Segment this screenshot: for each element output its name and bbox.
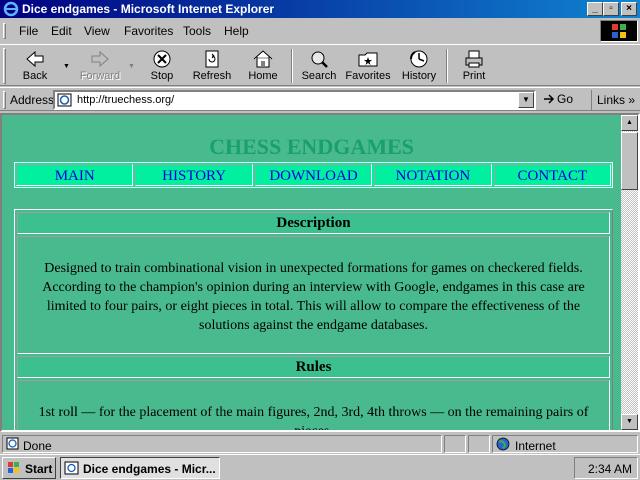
status-main-pane: Done	[2, 435, 442, 453]
content-table: Description Designed to train combinatio…	[14, 209, 613, 430]
favorites-folder-icon	[358, 52, 378, 67]
history-icon	[409, 50, 428, 68]
ie-logo-icon	[3, 1, 19, 17]
back-button[interactable]: Back	[10, 47, 60, 85]
home-icon	[253, 50, 273, 68]
status-zone: Internet	[515, 439, 556, 453]
minimize-button[interactable]: _	[587, 2, 603, 16]
search-button[interactable]: Search	[297, 47, 341, 85]
nav-link-download[interactable]: DOWNLOAD	[254, 164, 373, 186]
scroll-up-icon[interactable]: ▲	[621, 115, 638, 131]
refresh-button[interactable]: Refresh	[188, 47, 236, 85]
status-pane-3	[468, 435, 490, 453]
back-dropdown-icon[interactable]: ▼	[63, 63, 70, 70]
toolbar-separator-2	[446, 49, 448, 83]
menu-grip	[3, 23, 6, 39]
status-pane-2	[444, 435, 466, 453]
favorites-button[interactable]: Favorites	[343, 47, 393, 85]
forward-button[interactable]: Forward	[74, 47, 126, 85]
menu-file[interactable]: File	[19, 24, 38, 38]
windows-logo-icon	[600, 20, 638, 42]
window-title: Dice endgames - Microsoft Internet Explo…	[22, 2, 275, 16]
print-button[interactable]: Print	[452, 47, 496, 85]
menu-tools[interactable]: Tools	[183, 24, 211, 38]
taskbar-window-button[interactable]: Dice endgames - Micr...	[60, 457, 220, 479]
menu-bar: File Edit View Favorites Tools Help	[0, 20, 640, 42]
refresh-icon	[205, 50, 219, 68]
windows-flag-icon	[8, 462, 19, 473]
clock[interactable]: 2:34 AM	[588, 462, 632, 476]
status-zone-pane: Internet	[492, 435, 638, 453]
nav-link-notation[interactable]: NOTATION	[374, 164, 492, 186]
home-button[interactable]: Home	[241, 47, 285, 85]
nav-link-contact[interactable]: CONTACT	[493, 164, 612, 186]
address-grip	[3, 91, 6, 109]
menu-favorites[interactable]: Favorites	[124, 24, 173, 38]
status-text: Done	[23, 439, 52, 453]
page-status-icon	[6, 437, 19, 450]
start-button[interactable]: Start	[2, 457, 56, 479]
history-button[interactable]: History	[396, 47, 442, 85]
toolbar-separator	[291, 49, 293, 83]
go-arrow-icon	[544, 94, 555, 104]
printer-icon	[465, 50, 483, 68]
rules-heading: Rules	[17, 356, 610, 378]
search-icon	[311, 51, 328, 68]
rules-text: 1st roll — for the placement of the main…	[17, 380, 610, 430]
back-arrow-icon	[26, 50, 44, 68]
nav-link-main[interactable]: MAIN	[16, 164, 134, 186]
scroll-down-icon[interactable]: ▼	[621, 414, 638, 430]
description-text: Designed to train combinational vision i…	[17, 236, 610, 354]
description-heading: Description	[17, 212, 610, 234]
address-bar: Address http://truechess.org/ ▼ Go Links…	[0, 87, 640, 111]
chevron-right-icon: »	[628, 93, 636, 107]
taskbar: Start Dice endgames - Micr... 2:34 AM	[0, 454, 640, 480]
forward-arrow-icon	[91, 50, 109, 68]
stop-button[interactable]: Stop	[140, 47, 184, 85]
address-dropdown-icon[interactable]: ▼	[518, 92, 534, 108]
status-bar: Done Internet	[0, 434, 640, 454]
links-button[interactable]: Links »	[591, 90, 638, 110]
maximize-button[interactable]: ▫	[603, 2, 619, 16]
forward-dropdown-icon[interactable]: ▼	[128, 63, 135, 70]
menu-view[interactable]: View	[84, 24, 110, 38]
toolbar-grip	[3, 48, 6, 84]
go-button[interactable]: Go	[543, 92, 573, 106]
address-value: http://truechess.org/	[77, 94, 175, 106]
scroll-thumb[interactable]	[621, 132, 638, 190]
stop-icon	[153, 50, 171, 68]
browser-viewport: CHESS ENDGAMES MAIN HISTORY DOWNLOAD NOT…	[0, 113, 640, 432]
close-button[interactable]: ×	[621, 2, 637, 16]
title-bar: Dice endgames - Microsoft Internet Explo…	[0, 0, 640, 18]
web-page: CHESS ENDGAMES MAIN HISTORY DOWNLOAD NOT…	[2, 115, 621, 430]
ie-task-icon	[64, 461, 79, 475]
globe-icon	[496, 437, 510, 451]
standard-toolbar: Back ▼ Forward ▼ Stop Refresh Home Searc…	[0, 44, 640, 86]
vertical-scrollbar[interactable]: ▲ ▼	[621, 115, 638, 430]
menu-help[interactable]: Help	[224, 24, 249, 38]
nav-link-history[interactable]: HISTORY	[135, 164, 253, 186]
system-tray: 2:34 AM	[574, 457, 638, 479]
page-icon	[57, 93, 72, 107]
page-title: CHESS ENDGAMES	[209, 134, 414, 159]
address-input[interactable]: http://truechess.org/ ▼	[53, 90, 536, 110]
address-label: Address	[10, 93, 55, 107]
menu-edit[interactable]: Edit	[51, 24, 72, 38]
site-nav: MAIN HISTORY DOWNLOAD NOTATION CONTACT	[14, 162, 613, 188]
